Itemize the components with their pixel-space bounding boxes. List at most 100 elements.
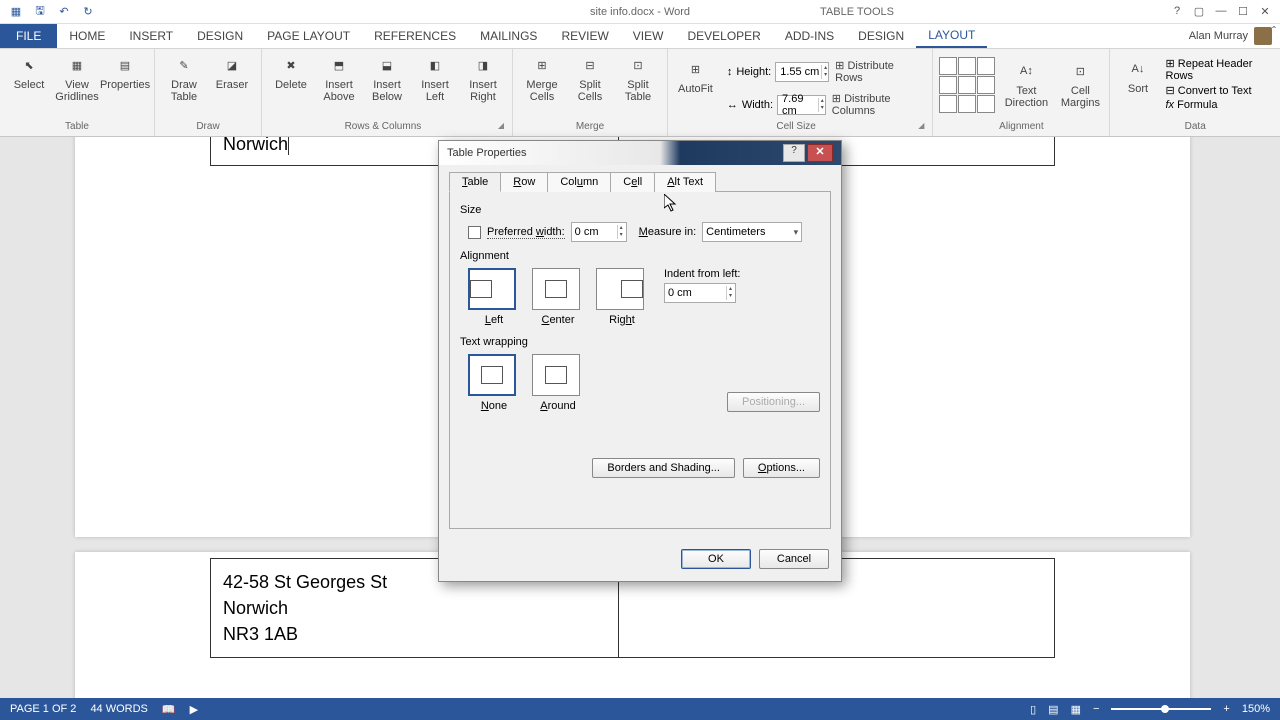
insert-above-button[interactable]: ⬒Insert Above xyxy=(316,51,362,105)
tab-mailings[interactable]: MAILINGS xyxy=(468,24,549,48)
macro-icon[interactable]: ▶ xyxy=(190,703,198,716)
height-input[interactable]: 1.55 cm xyxy=(775,62,829,82)
insert-below-button[interactable]: ⬓Insert Below xyxy=(364,51,410,105)
insert-right-button[interactable]: ◨Insert Right xyxy=(460,51,506,105)
tab-design-main[interactable]: DESIGN xyxy=(185,24,255,48)
titlebar: ▦ 🖫 ↶ ↻ site info.docx - Word TABLE TOOL… xyxy=(0,0,1280,24)
tab-design[interactable]: DESIGN xyxy=(846,24,916,48)
cellsize-launcher-icon[interactable]: ◢ xyxy=(918,121,924,130)
width-input[interactable]: 7.69 cm xyxy=(777,95,826,115)
ribbon-tabs: FILE HOME INSERT DESIGN PAGE LAYOUT REFE… xyxy=(0,24,1280,49)
ribbon-toggle-icon[interactable]: ▢ xyxy=(1190,5,1208,18)
minimize-icon[interactable]: — xyxy=(1212,5,1230,18)
wrap-none-option[interactable]: None xyxy=(468,354,520,412)
autofit-button[interactable]: ⊞AutoFit xyxy=(674,55,717,121)
borders-shading-button[interactable]: Borders and Shading... xyxy=(592,458,735,478)
wrap-around-option[interactable]: Around xyxy=(532,354,584,412)
tab-addins[interactable]: ADD-INS xyxy=(773,24,846,48)
tab-home[interactable]: HOME xyxy=(57,24,117,48)
convert-text-button[interactable]: ⊟ Convert to Text xyxy=(1166,84,1275,97)
dialog-tab-table[interactable]: Table xyxy=(449,172,501,192)
repeat-header-button[interactable]: ⊞ Repeat Header Rows xyxy=(1166,57,1275,82)
indent-from-left-input[interactable]: 0 cm xyxy=(664,283,736,303)
eraser-button[interactable]: ◪Eraser xyxy=(209,51,255,93)
view-read-icon[interactable]: ▯ xyxy=(1030,703,1036,716)
preferred-width-label: Preferred width: xyxy=(487,226,565,239)
align-right-option[interactable]: Right xyxy=(596,268,648,326)
insert-left-button[interactable]: ◧Insert Left xyxy=(412,51,458,105)
sort-icon: A↓ xyxy=(1126,57,1150,81)
user-avatar-icon xyxy=(1254,27,1272,45)
tab-file[interactable]: FILE xyxy=(0,24,57,48)
zoom-in-icon[interactable]: + xyxy=(1223,703,1229,715)
group-alignment: A↕Text Direction ⊡Cell Margins Alignment xyxy=(933,49,1110,136)
help-icon[interactable]: ? xyxy=(1168,5,1186,18)
collapse-ribbon-icon[interactable]: ˆ xyxy=(1272,24,1276,38)
delete-button[interactable]: ✖Delete xyxy=(268,51,314,93)
dialog-tab-row[interactable]: Row xyxy=(500,172,548,192)
close-window-icon[interactable]: ✕ xyxy=(1256,5,1274,18)
view-web-icon[interactable]: ▦ xyxy=(1071,703,1081,716)
dialog-close-icon[interactable]: ✕ xyxy=(807,144,833,162)
cancel-button[interactable]: Cancel xyxy=(759,549,829,569)
draw-table-button[interactable]: ✎Draw Table xyxy=(161,51,207,105)
distribute-columns-button[interactable]: ⊞ Distribute Columns xyxy=(830,90,927,119)
word-count[interactable]: 44 WORDS xyxy=(90,703,147,715)
height-icon: ↕ xyxy=(727,66,733,78)
preferred-width-input[interactable]: 0 cm xyxy=(571,222,627,242)
tab-view[interactable]: VIEW xyxy=(621,24,676,48)
cell-margins-button[interactable]: ⊡Cell Margins xyxy=(1057,57,1103,111)
distribute-rows-button[interactable]: ⊞ Distribute Rows xyxy=(833,57,926,86)
view-print-icon[interactable]: ▤ xyxy=(1048,703,1058,716)
properties-icon: ▤ xyxy=(113,53,137,77)
merge-cells-button[interactable]: ⊞Merge Cells xyxy=(519,51,565,105)
text-direction-button[interactable]: A↕Text Direction xyxy=(1003,57,1049,111)
measure-in-combo[interactable]: Centimeters xyxy=(702,222,802,242)
tab-references[interactable]: REFERENCES xyxy=(362,24,468,48)
merge-icon: ⊞ xyxy=(530,53,554,77)
tab-review[interactable]: REVIEW xyxy=(549,24,620,48)
statusbar: PAGE 1 OF 2 44 WORDS 📖 ▶ ▯ ▤ ▦ − + 150% xyxy=(0,698,1280,720)
user-area[interactable]: Alan Murray xyxy=(1189,24,1280,48)
autofit-icon: ⊞ xyxy=(683,57,707,81)
width-label: Width: xyxy=(742,99,773,111)
alignment-grid[interactable] xyxy=(939,57,995,113)
view-gridlines-button[interactable]: ▦View Gridlines xyxy=(54,51,100,105)
tab-insert[interactable]: INSERT xyxy=(117,24,185,48)
options-button[interactable]: Options... xyxy=(743,458,820,478)
save-icon[interactable]: 🖫 xyxy=(32,4,48,20)
split-cells-button[interactable]: ⊟Split Cells xyxy=(567,51,613,105)
tab-page-layout[interactable]: PAGE LAYOUT xyxy=(255,24,362,48)
dialog-tab-column[interactable]: Column xyxy=(547,172,611,192)
user-name: Alan Murray xyxy=(1189,30,1248,42)
tab-layout[interactable]: LAYOUT xyxy=(916,24,987,48)
zoom-out-icon[interactable]: − xyxy=(1093,703,1099,715)
align-center-option[interactable]: Center xyxy=(532,268,584,326)
dialog-tab-alttext[interactable]: Alt Text xyxy=(654,172,716,192)
zoom-level[interactable]: 150% xyxy=(1242,703,1270,715)
select-button[interactable]: ⬉Select xyxy=(6,51,52,93)
properties-button[interactable]: ▤Properties xyxy=(102,51,148,93)
dialog-tab-cell[interactable]: Cell xyxy=(610,172,655,192)
sort-button[interactable]: A↓Sort xyxy=(1116,55,1159,97)
dialog-help-icon[interactable]: ? xyxy=(783,144,805,162)
group-data: A↓Sort ⊞ Repeat Header Rows ⊟ Convert to… xyxy=(1110,49,1280,136)
delete-icon: ✖ xyxy=(279,53,303,77)
page-indicator[interactable]: PAGE 1 OF 2 xyxy=(10,703,76,715)
insert-below-icon: ⬓ xyxy=(375,53,399,77)
maximize-icon[interactable]: ☐ xyxy=(1234,5,1252,18)
tab-developer[interactable]: DEVELOPER xyxy=(675,24,772,48)
align-left-option[interactable]: Left xyxy=(468,268,520,326)
ok-button[interactable]: OK xyxy=(681,549,751,569)
formula-button[interactable]: fx Formula xyxy=(1166,99,1275,111)
text-cursor xyxy=(288,137,289,155)
insert-right-icon: ◨ xyxy=(471,53,495,77)
spell-check-icon[interactable]: 📖 xyxy=(162,703,176,716)
dialog-titlebar[interactable]: Table Properties ? ✕ xyxy=(439,141,841,165)
split-table-button[interactable]: ⊡Split Table xyxy=(615,51,661,105)
dialog-launcher-icon[interactable]: ◢ xyxy=(498,121,504,130)
zoom-slider[interactable] xyxy=(1111,708,1211,710)
undo-icon[interactable]: ↶ xyxy=(56,4,72,20)
redo-icon[interactable]: ↻ xyxy=(80,4,96,20)
preferred-width-checkbox[interactable] xyxy=(468,226,481,239)
